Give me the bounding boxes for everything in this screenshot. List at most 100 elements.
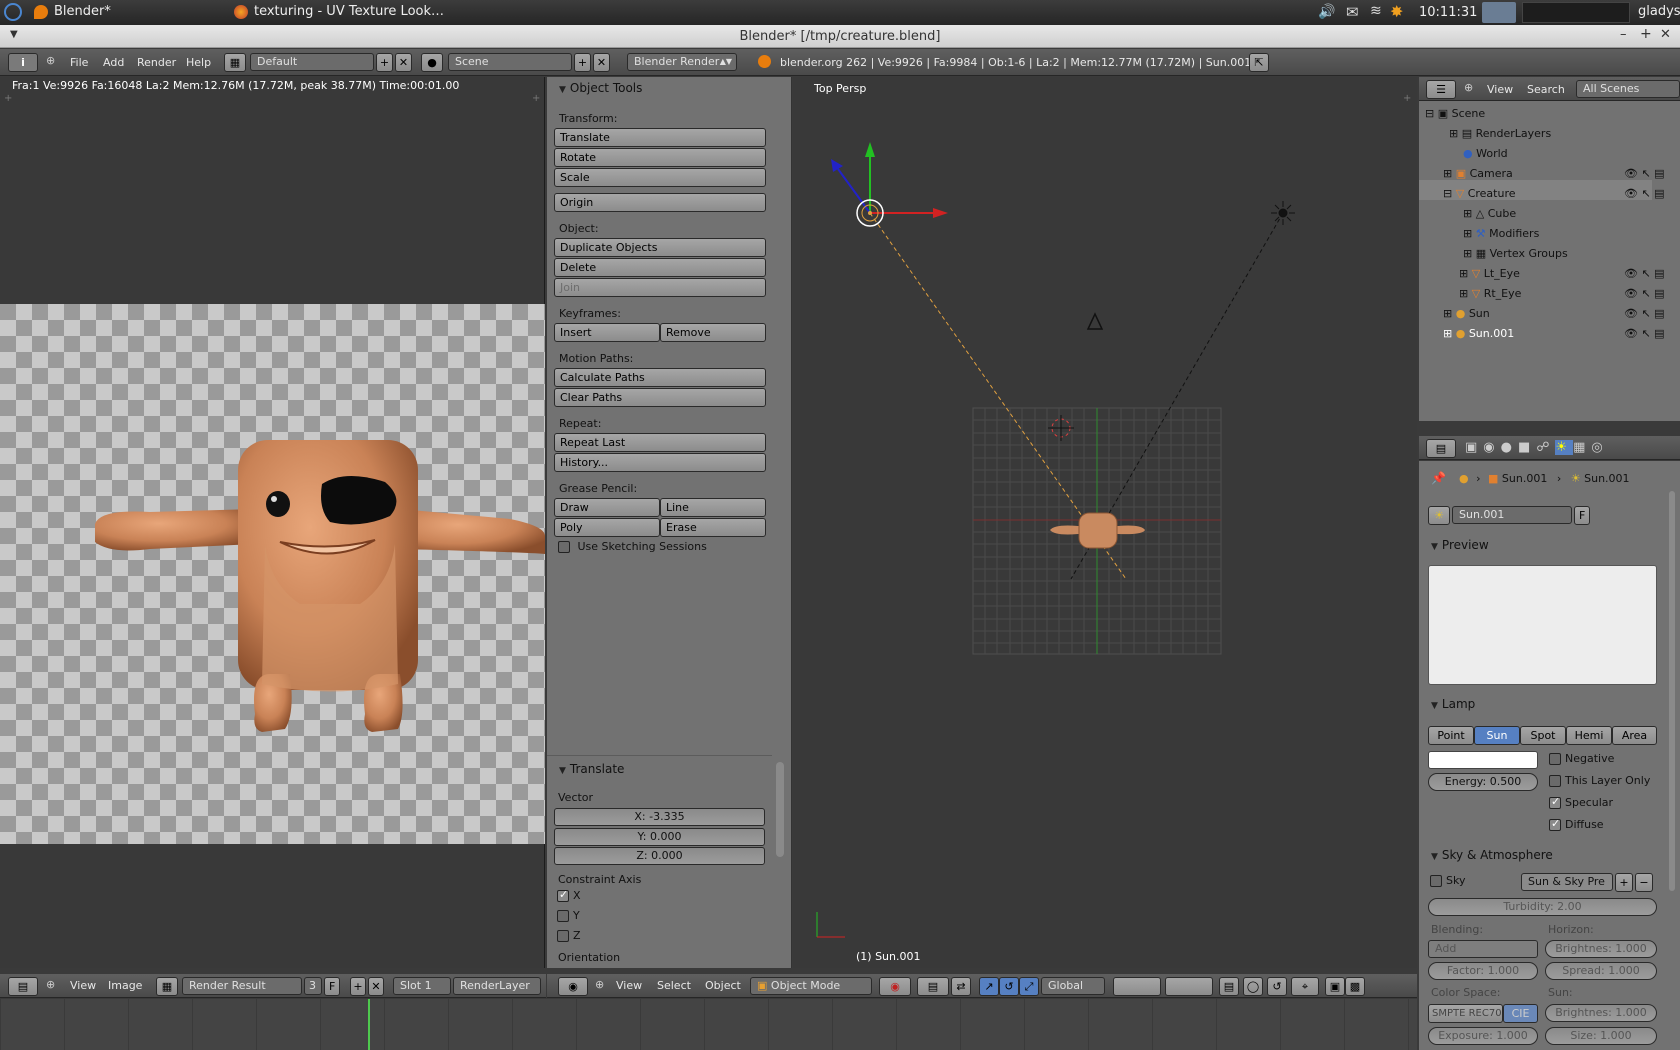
vector-z-field[interactable]: Z: 0.000 bbox=[554, 847, 765, 865]
image-browse-icon[interactable]: ▦ bbox=[156, 977, 178, 996]
history-button[interactable]: History... bbox=[554, 453, 766, 472]
scene-add-button[interactable]: + bbox=[574, 53, 591, 72]
lamp-color-swatch[interactable] bbox=[1428, 751, 1538, 769]
constraint-z-checkbox[interactable] bbox=[557, 930, 569, 942]
blend-mode-select[interactable]: Add bbox=[1428, 940, 1538, 958]
viewport-menu-object[interactable]: Object bbox=[705, 979, 741, 992]
panel-corner-left[interactable]: + bbox=[4, 93, 12, 104]
turbidity-field[interactable]: Turbidity: 2.00 bbox=[1428, 898, 1657, 916]
image-editor-collapse-icon[interactable]: ⊕ bbox=[46, 978, 55, 991]
sky-preset-select[interactable]: Sun & Sky Pre bbox=[1521, 873, 1613, 891]
outliner-menu-search[interactable]: Search bbox=[1527, 83, 1565, 96]
outliner-item-sun001[interactable]: ⊞ ● Sun.001 bbox=[1443, 324, 1514, 343]
preview-panel-header[interactable]: ▼ Preview bbox=[1431, 538, 1489, 552]
repeat-last-button[interactable]: Repeat Last bbox=[554, 433, 766, 452]
menu-help[interactable]: Help bbox=[186, 56, 211, 69]
vector-x-field[interactable]: X: -3.335 bbox=[554, 808, 765, 826]
lamp-energy-field[interactable]: Energy: 0.500 bbox=[1428, 773, 1538, 791]
outliner-item-modifiers[interactable]: ⊞ ⚒ Modifiers bbox=[1463, 224, 1539, 243]
mail-icon[interactable]: ✉ bbox=[1346, 3, 1359, 21]
taskbar-item-firefox[interactable]: texturing - UV Texture Look… bbox=[234, 0, 444, 25]
lamp-type-point[interactable]: Point bbox=[1428, 726, 1474, 745]
maximize-button[interactable]: + bbox=[1640, 26, 1652, 42]
screen-layout-icon[interactable]: ▦ bbox=[224, 53, 246, 72]
visibility-eye-icon[interactable]: 👁 ↖ ▤ bbox=[1624, 324, 1678, 344]
lamp-type-spot[interactable]: Spot bbox=[1520, 726, 1566, 745]
update-icon[interactable]: ✸ bbox=[1390, 2, 1403, 21]
menu-render[interactable]: Render bbox=[137, 56, 176, 69]
specular-checkbox[interactable] bbox=[1549, 797, 1561, 809]
scene-tab-icon[interactable]: ◉ bbox=[1483, 440, 1500, 455]
transform-orientation-select[interactable]: Global bbox=[1041, 977, 1105, 995]
render-image[interactable] bbox=[0, 304, 545, 844]
editor-type-button[interactable]: i bbox=[8, 53, 38, 72]
origin-button[interactable]: Origin bbox=[554, 193, 766, 212]
outliner-display-mode[interactable]: All Scenes bbox=[1576, 80, 1680, 98]
opengl-anim-button[interactable]: ▩ bbox=[1345, 977, 1365, 996]
close-button[interactable]: ✕ bbox=[1660, 27, 1671, 42]
lock-layers-button[interactable]: ▤ bbox=[1219, 977, 1239, 996]
object-tab-icon[interactable]: ■ bbox=[1518, 440, 1536, 455]
fullscreen-button[interactable]: ⇱ bbox=[1249, 53, 1269, 72]
delete-button[interactable]: Delete bbox=[554, 258, 766, 277]
render-engine-select[interactable]: Blender Render ▲▼ bbox=[627, 53, 737, 71]
outliner-editor-type-button[interactable]: ☰ bbox=[1426, 80, 1456, 99]
color-space-smpte[interactable]: SMPTE REC70 bbox=[1428, 1004, 1503, 1023]
operator-panel-header[interactable]: ▼ Translate bbox=[559, 762, 624, 776]
layers-group-1[interactable] bbox=[1113, 977, 1161, 996]
snap-element-select[interactable]: ⌖ bbox=[1291, 977, 1319, 996]
world-tab-icon[interactable]: ● bbox=[1501, 440, 1518, 455]
collapse-menu-icon[interactable]: ⊕ bbox=[46, 54, 55, 67]
constraint-x-checkbox[interactable] bbox=[557, 890, 569, 902]
translate-manipulator-button[interactable]: ↗ bbox=[979, 977, 999, 996]
lamp-fake-user-button[interactable]: F bbox=[1574, 506, 1590, 525]
lamp-type-hemi[interactable]: Hemi bbox=[1566, 726, 1612, 745]
diffuse-checkbox[interactable] bbox=[1549, 819, 1561, 831]
minimize-button[interactable]: – bbox=[1620, 27, 1627, 42]
lamp-tab-icon[interactable]: ☀ bbox=[1555, 440, 1574, 455]
sky-toggle[interactable]: Sky bbox=[1430, 874, 1465, 887]
duplicate-objects-button[interactable]: Duplicate Objects bbox=[554, 238, 766, 257]
this-layer-checkbox[interactable] bbox=[1549, 775, 1561, 787]
current-frame-marker[interactable] bbox=[368, 999, 370, 1050]
outliner-item-rt-eye[interactable]: ⊞ ▽ Rt_Eye bbox=[1459, 284, 1521, 303]
image-menu-view[interactable]: View bbox=[70, 979, 96, 992]
wifi-icon[interactable]: ≋ bbox=[1370, 3, 1382, 19]
lamp-type-sun[interactable]: Sun bbox=[1474, 726, 1520, 745]
slot-select[interactable]: Slot 1 bbox=[393, 977, 451, 995]
sky-preset-add-button[interactable]: + bbox=[1615, 873, 1633, 892]
screen-remove-button[interactable]: ✕ bbox=[395, 53, 412, 72]
scene-field[interactable]: Scene bbox=[448, 53, 572, 71]
remove-keyframe-button[interactable]: Remove bbox=[660, 323, 766, 342]
sky-preset-remove-button[interactable]: − bbox=[1635, 873, 1653, 892]
tool-shelf-scrollbar[interactable] bbox=[776, 762, 784, 857]
outliner-collapse-icon[interactable]: ⊕ bbox=[1464, 81, 1473, 94]
properties-scrollbar[interactable] bbox=[1669, 491, 1675, 891]
image-add-button[interactable]: + bbox=[350, 977, 366, 996]
clock[interactable]: 10:11:31 bbox=[1419, 5, 1477, 20]
visibility-eye-icon[interactable]: 👁 ↖ ▤ bbox=[1624, 284, 1678, 304]
username[interactable]: gladys bbox=[1638, 4, 1680, 19]
opengl-render-button[interactable]: ▣ bbox=[1325, 977, 1345, 996]
object-tools-header[interactable]: ▼ Object Tools bbox=[559, 81, 642, 95]
erase-button[interactable]: Erase bbox=[660, 518, 766, 537]
layers-group-2[interactable] bbox=[1165, 977, 1213, 996]
constraint-y[interactable]: Y bbox=[557, 909, 580, 922]
image-menu-image[interactable]: Image bbox=[108, 979, 142, 992]
rotate-manipulator-button[interactable]: ↺ bbox=[999, 977, 1019, 996]
texture-tab-icon[interactable]: ▦ bbox=[1573, 440, 1591, 455]
negative-checkbox[interactable] bbox=[1549, 753, 1561, 765]
workspace-switcher[interactable] bbox=[1522, 2, 1630, 23]
visibility-eye-icon[interactable]: 👁 ↖ ▤ bbox=[1624, 264, 1678, 284]
pivot-point-button[interactable]: ▤ bbox=[917, 977, 949, 996]
spread-field[interactable]: Spread: 1.000 bbox=[1545, 962, 1657, 980]
diffuse-toggle[interactable]: Diffuse bbox=[1549, 818, 1604, 831]
interaction-mode-select[interactable]: ▣ Object Mode bbox=[750, 977, 872, 995]
lamp-datablock-name[interactable]: Sun.001 bbox=[1452, 506, 1572, 524]
pin-icon[interactable]: 📌 bbox=[1431, 471, 1446, 485]
image-editor[interactable]: Fra:1 Ve:9926 Fa:16048 La:2 Mem:12.76M (… bbox=[0, 77, 545, 968]
outliner-item-creature[interactable]: ⊟ ▽ Creature bbox=[1443, 184, 1516, 203]
viewport-3d[interactable]: Top Persp (1) Sun.001 + bbox=[793, 77, 1417, 968]
image-remove-button[interactable]: ✕ bbox=[368, 977, 384, 996]
specular-toggle[interactable]: Specular bbox=[1549, 796, 1613, 809]
